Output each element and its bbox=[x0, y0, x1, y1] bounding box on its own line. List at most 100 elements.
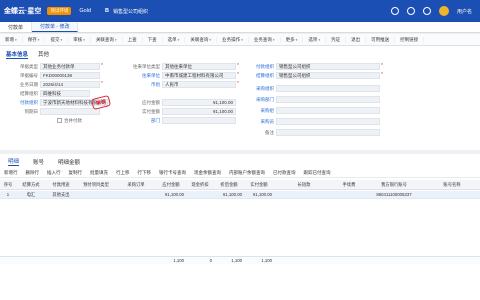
avatar[interactable] bbox=[438, 6, 449, 16]
add-row-button[interactable]: 新增行 bbox=[0, 170, 22, 176]
table-cell[interactable] bbox=[76, 191, 116, 198]
help-icon[interactable] bbox=[422, 7, 431, 15]
table-cell[interactable]: ¥1,100.00 bbox=[214, 191, 244, 198]
delete-row-button[interactable]: 删除行 bbox=[22, 170, 44, 176]
col-header: 折后金额 bbox=[220, 181, 238, 187]
toolbar-button[interactable]: 选项 bbox=[303, 36, 327, 43]
table-cell[interactable] bbox=[274, 191, 334, 198]
merge-payment-checkbox[interactable] bbox=[57, 118, 62, 123]
table-cell[interactable]: 电汇 bbox=[16, 191, 46, 198]
field-label: 往来单位类型 bbox=[133, 64, 160, 69]
toolbar-button[interactable]: 关联查询 bbox=[91, 36, 123, 43]
currency-field[interactable]: 人民币 bbox=[162, 81, 236, 88]
toolbar-button[interactable]: 更多 bbox=[281, 36, 304, 43]
toolbar-button[interactable]: 退出 bbox=[346, 36, 367, 43]
org-switcher[interactable]: 销售型公司组织 bbox=[113, 8, 148, 15]
tab-other[interactable]: 其他 bbox=[38, 50, 49, 59]
toolbar-button[interactable]: 保存 bbox=[23, 36, 46, 43]
table-cell[interactable] bbox=[116, 191, 156, 198]
remark-field[interactable] bbox=[276, 129, 380, 136]
table-row[interactable]: 1 电汇 其他支出 ¥1,100.00 ¥1,100.00 ¥1,100.00 … bbox=[0, 191, 480, 199]
table-cell[interactable] bbox=[424, 191, 480, 198]
bank-card-query-button[interactable]: 银行卡号查询 bbox=[155, 170, 190, 176]
move-up-button[interactable]: 行上移 bbox=[112, 170, 134, 176]
totals-row: 1,100 0 1,100 1,100 bbox=[0, 256, 480, 264]
field-label[interactable]: 采购组 bbox=[240, 108, 275, 114]
field-label: 单据编号 bbox=[20, 73, 38, 78]
settle-org-field[interactable]: 四维科技 bbox=[40, 90, 90, 97]
toolbar-button[interactable]: 上查 bbox=[123, 36, 143, 43]
track-paid-query-button[interactable]: 跟踪已付查询 bbox=[300, 170, 335, 176]
tab-detail[interactable]: 明细 bbox=[8, 157, 20, 166]
due-date-field[interactable] bbox=[40, 108, 100, 115]
user-name[interactable]: 用户名 bbox=[457, 8, 472, 15]
table-header: 序号 结算方式 付款用途 预付项目类型 采购订单 应付金额 现金折扣 折后金额 … bbox=[0, 180, 480, 190]
purchaser-field[interactable] bbox=[276, 118, 380, 125]
field-label[interactable]: 部门 bbox=[126, 118, 160, 124]
purchase-group-field[interactable] bbox=[276, 107, 380, 114]
field-label[interactable]: 结算组织 bbox=[240, 73, 274, 79]
tab-basic-info[interactable]: 基本信息 bbox=[6, 50, 29, 59]
field-label[interactable]: 付款组织 bbox=[240, 64, 274, 70]
org-mark: B bbox=[104, 8, 109, 14]
payable-amount-field[interactable]: ¥1,100.00 bbox=[162, 99, 236, 106]
table-cell[interactable]: 1 bbox=[0, 191, 16, 198]
department-field[interactable] bbox=[162, 117, 236, 124]
search-icon[interactable] bbox=[390, 7, 399, 15]
table-cell[interactable] bbox=[334, 191, 364, 198]
move-down-button[interactable]: 行下移 bbox=[134, 170, 156, 176]
internal-balance-query-button[interactable]: 内部账户余额查询 bbox=[225, 170, 269, 176]
purchase-dept-field[interactable] bbox=[276, 96, 380, 103]
toolbar-button[interactable]: 凭证 bbox=[326, 36, 347, 43]
top-bar: 金蝶云·星空 测试环境 Gold B 销售型公司组织 用户名 bbox=[0, 0, 480, 22]
field-label[interactable]: 采购员 bbox=[240, 119, 275, 125]
merge-payment-label: 合并付款 bbox=[64, 118, 82, 123]
tab-account[interactable]: 账号 bbox=[33, 158, 44, 166]
insert-row-button[interactable]: 插入行 bbox=[43, 170, 65, 176]
field-label[interactable]: 采购组织 bbox=[240, 86, 274, 92]
bell-icon[interactable] bbox=[406, 7, 415, 15]
payment-org-field[interactable]: 销售型公司组织 bbox=[276, 63, 380, 70]
table-cell[interactable] bbox=[186, 191, 214, 198]
table-cell[interactable]: ¥1,100.00 bbox=[156, 191, 186, 198]
field-label[interactable]: 付款组织 bbox=[4, 100, 38, 106]
field-label[interactable]: 采购部门 bbox=[240, 97, 274, 103]
toolbar-button[interactable]: 新增 bbox=[0, 36, 23, 43]
detail-tabs: 明细 账号 明细金额 bbox=[8, 157, 80, 166]
biz-date-field[interactable]: 2026/4/14 bbox=[40, 81, 100, 88]
field-label: 应付金额 bbox=[142, 100, 160, 105]
counterparty-type-field[interactable]: 其他往来单位 bbox=[162, 63, 236, 70]
table-cell[interactable]: ¥1,100.00 bbox=[244, 191, 274, 198]
toolbar-button[interactable]: 可用推送 bbox=[366, 36, 396, 43]
counterparty-field[interactable]: 中南市城建工程材料有限公司 bbox=[162, 72, 236, 79]
toolbar-button[interactable]: 选单 bbox=[163, 36, 186, 43]
field-label[interactable]: 币别 bbox=[126, 82, 160, 88]
cash-balance-query-button[interactable]: 现金余额查询 bbox=[190, 170, 225, 176]
col-header: 实付金额 bbox=[250, 181, 268, 187]
total-cell: 0 bbox=[209, 258, 212, 263]
toolbar-button[interactable]: 控制链接 bbox=[395, 36, 425, 43]
settlement-org-field[interactable]: 销售型公司组织 bbox=[276, 72, 380, 79]
toolbar-button[interactable]: 提交 bbox=[45, 36, 69, 43]
paid-query-button[interactable]: 已付款查询 bbox=[269, 170, 300, 176]
tab-payment-edit[interactable]: 付款单 - 修改 bbox=[32, 22, 79, 32]
copy-row-button[interactable]: 复制行 bbox=[65, 170, 87, 176]
tab-payment-list[interactable]: 付款单 bbox=[0, 22, 33, 32]
toolbar-button[interactable]: 关联查询 bbox=[185, 36, 218, 43]
tab-detail-amount[interactable]: 明细金额 bbox=[58, 158, 80, 166]
table-cell[interactable]: 其他支出 bbox=[46, 191, 76, 198]
table-cell[interactable]: 860411100005337 bbox=[364, 191, 424, 198]
col-header: 序号 bbox=[3, 181, 13, 187]
bill-type-field[interactable]: 其他业务付款单 bbox=[40, 63, 100, 70]
col-header: 预付项目类型 bbox=[83, 181, 109, 187]
batch-fill-button[interactable]: 批量填充 bbox=[86, 170, 112, 176]
bill-no-field[interactable]: FKD00000138 bbox=[40, 72, 100, 79]
toolbar-button[interactable]: 业务查询 bbox=[249, 36, 281, 43]
total-cell: 1,100 bbox=[231, 258, 242, 263]
toolbar-button[interactable]: 业务操作 bbox=[217, 36, 249, 43]
toolbar-button[interactable]: 审核 bbox=[68, 36, 91, 43]
purchase-org-field[interactable] bbox=[276, 85, 380, 92]
toolbar-button[interactable]: 下查 bbox=[143, 36, 163, 43]
field-label[interactable]: 往来单位 bbox=[126, 73, 160, 79]
actual-amount-field[interactable]: ¥1,100.00 bbox=[162, 108, 236, 115]
